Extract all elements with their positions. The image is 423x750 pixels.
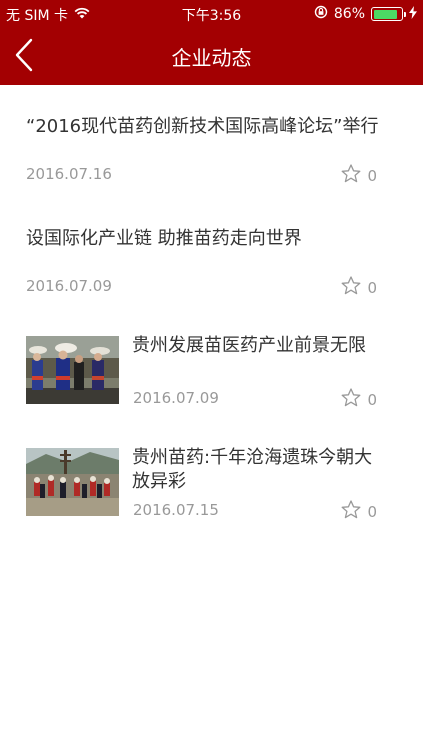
news-title: “2016现代苗药创新技术国际高峰论坛”举行 (26, 116, 379, 137)
favorite-count: 0 (367, 278, 377, 297)
news-item[interactable]: 贵州苗药:千年沧海遗珠今朝大放异彩 2016.07.15 0 (0, 421, 423, 533)
news-item[interactable]: 贵州发展苗医药产业前景无限 2016.07.09 0 (0, 309, 423, 421)
battery-tip (404, 12, 406, 17)
star-icon (341, 164, 361, 187)
favorite-button[interactable]: 0 (341, 164, 377, 187)
status-bar: 无 SIM 卡 下午3:56 86% (0, 0, 423, 28)
star-icon (341, 276, 361, 299)
favorite-button[interactable]: 0 (341, 276, 377, 299)
news-date: 2016.07.16 (26, 165, 112, 183)
battery-icon (371, 7, 406, 21)
favorite-count: 0 (367, 166, 377, 185)
news-title: 贵州苗药:千年沧海遗珠今朝大放异彩 (132, 447, 373, 492)
charging-icon (409, 5, 417, 23)
news-title: 贵州发展苗医药产业前景无限 (132, 335, 366, 356)
header: 无 SIM 卡 下午3:56 86% 企业动态 (0, 0, 423, 85)
news-thumbnail (26, 448, 119, 516)
favorite-button[interactable]: 0 (341, 388, 377, 411)
news-list: “2016现代苗药创新技术国际高峰论坛”举行 2016.07.16 0 设国际化… (0, 85, 423, 533)
star-icon (341, 500, 361, 523)
news-date: 2016.07.09 (26, 277, 112, 295)
status-right: 86% (314, 5, 417, 23)
battery-level (373, 9, 397, 19)
news-item[interactable]: “2016现代苗药创新技术国际高峰论坛”举行 2016.07.16 0 (0, 85, 423, 197)
favorite-count: 0 (367, 390, 377, 409)
battery-percent: 86% (333, 6, 365, 22)
news-date: 2016.07.09 (133, 389, 219, 407)
news-thumbnail (26, 336, 119, 404)
favorite-button[interactable]: 0 (341, 500, 377, 523)
news-item[interactable]: 设国际化产业链 助推苗药走向世界 2016.07.09 0 (0, 197, 423, 309)
nav-bar: 企业动态 (0, 28, 423, 85)
news-title: 设国际化产业链 助推苗药走向世界 (26, 228, 302, 249)
page-title: 企业动态 (171, 46, 252, 70)
favorite-count: 0 (367, 502, 377, 521)
star-icon (341, 388, 361, 411)
news-date: 2016.07.15 (133, 501, 219, 519)
orientation-lock-icon (314, 5, 328, 23)
